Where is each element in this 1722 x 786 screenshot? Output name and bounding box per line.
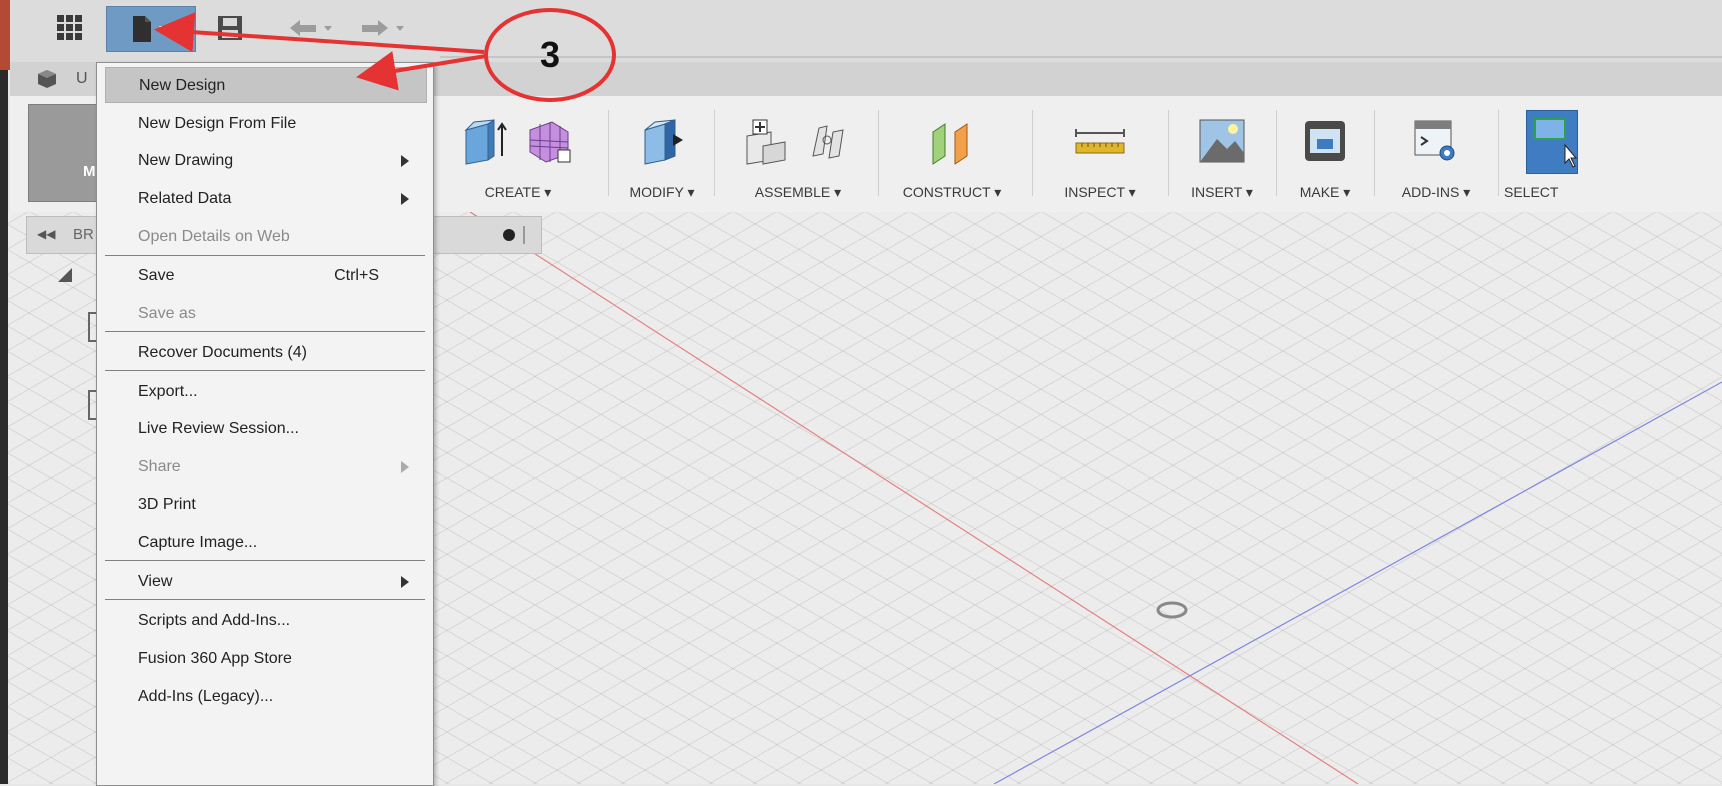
- submenu-arrow-icon: [401, 576, 409, 588]
- app-grid-icon: [57, 15, 82, 40]
- menu-separator: [105, 370, 425, 371]
- menu-item-open-details-on-web[interactable]: Open Details on Web: [105, 219, 425, 253]
- make-menu-label: MAKE ▾: [1299, 184, 1351, 200]
- assemble-group[interactable]: ASSEMBLE ▾: [720, 104, 876, 208]
- select-group[interactable]: SELECT: [1500, 104, 1722, 208]
- tree-expand-icon[interactable]: [58, 268, 72, 282]
- ribbon-separator: [608, 110, 609, 196]
- menu-item-view[interactable]: View: [105, 564, 425, 598]
- form-sculpt-icon: [529, 121, 571, 163]
- browser-pin-icon[interactable]: [503, 229, 515, 241]
- menu-item-export[interactable]: Export...: [105, 374, 425, 408]
- data-panel-button[interactable]: [44, 6, 96, 50]
- select-menu-label: SELECT: [1504, 184, 1559, 200]
- collapse-browser-icon[interactable]: ◀◀: [37, 227, 55, 241]
- menu-item-capture-image[interactable]: Capture Image...: [105, 525, 425, 559]
- insert-image-icon: [1199, 119, 1245, 163]
- ribbon-separator: [1374, 110, 1375, 196]
- assemble-menu-label: ASSEMBLE ▾: [754, 184, 842, 200]
- menu-item-3d-print[interactable]: 3D Print: [105, 487, 425, 521]
- ribbon-separator: [878, 110, 879, 196]
- new-component-icon: [746, 119, 786, 165]
- ribbon-separator: [714, 110, 715, 196]
- submenu-arrow-icon: [401, 461, 409, 473]
- modify-group[interactable]: MODIFY ▾: [612, 104, 712, 208]
- browser-title: BR: [73, 226, 94, 243]
- menu-item-save-as[interactable]: Save as: [105, 296, 425, 330]
- window-edge: [0, 70, 8, 784]
- make-group[interactable]: MAKE ▾: [1278, 104, 1372, 208]
- undo-button[interactable]: [282, 6, 342, 50]
- ribbon-separator: [1032, 110, 1033, 196]
- menu-item-related-data[interactable]: Related Data: [105, 181, 425, 215]
- browser-grip[interactable]: [523, 226, 525, 244]
- workspace-label: M: [83, 163, 96, 180]
- menu-separator: [105, 560, 425, 561]
- construct-menu-label: CONSTRUCT ▾: [902, 184, 1002, 200]
- ribbon-separator: [1168, 110, 1169, 196]
- ribbon-separator: [1498, 110, 1499, 196]
- measure-icon: [1075, 129, 1125, 154]
- menu-separator: [105, 599, 425, 600]
- menu-separator: [105, 331, 425, 332]
- 3d-printer-icon: [1305, 121, 1345, 161]
- extrude-icon: [464, 119, 507, 165]
- menu-item-scripts-and-add-ins[interactable]: Scripts and Add-Ins...: [105, 603, 425, 637]
- file-icon: [133, 16, 169, 42]
- step-number: 3: [539, 34, 561, 75]
- insert-group[interactable]: INSERT ▾: [1170, 104, 1274, 208]
- submenu-arrow-icon: [401, 155, 409, 167]
- construct-group[interactable]: CONSTRUCT ▾: [882, 104, 1022, 208]
- save-shortcut: Ctrl+S: [334, 267, 379, 284]
- select-cursor-icon: [1534, 118, 1578, 168]
- select-tool-button[interactable]: [1526, 110, 1578, 174]
- modify-menu-label: MODIFY ▾: [629, 184, 695, 200]
- menu-item-new-drawing[interactable]: New Drawing: [105, 143, 425, 177]
- menu-item-new-design[interactable]: New Design: [105, 67, 427, 103]
- offset-plane-icon: [932, 123, 968, 165]
- joint-icon: [812, 125, 844, 159]
- inspect-menu-label: INSPECT ▾: [1064, 184, 1136, 200]
- origin-marker[interactable]: [1156, 601, 1188, 619]
- inspect-group[interactable]: INSPECT ▾: [1036, 104, 1164, 208]
- tree-node-bracket: [88, 312, 96, 342]
- y-axis-line: [993, 381, 1722, 784]
- menu-separator: [105, 255, 425, 256]
- insert-menu-label: INSERT ▾: [1191, 184, 1253, 200]
- menu-item-new-design-from-file[interactable]: New Design From File: [105, 106, 425, 140]
- submenu-arrow-icon: [401, 193, 409, 205]
- title-toolbar: [10, 0, 1722, 63]
- create-group[interactable]: CREATE ▾: [434, 104, 602, 208]
- add-ins-menu-label: ADD-INS ▾: [1401, 184, 1471, 200]
- component-cube-icon: [38, 70, 56, 88]
- menu-item-live-review-session[interactable]: Live Review Session...: [105, 411, 425, 445]
- tree-node-bracket: [88, 390, 96, 420]
- redo-icon: [362, 20, 404, 36]
- step-callout: 3: [484, 8, 616, 102]
- save-toolbar-button[interactable]: [208, 6, 252, 50]
- save-icon: [218, 16, 242, 40]
- menu-item-share[interactable]: Share: [105, 449, 425, 483]
- press-pull-icon: [644, 119, 683, 165]
- file-menu-button[interactable]: [106, 6, 196, 52]
- file-dropdown-menu: New Design New Design From File New Draw…: [96, 62, 434, 786]
- scripts-icon: [1414, 120, 1455, 161]
- menu-item-add-ins-legacy[interactable]: Add-Ins (Legacy)...: [105, 679, 425, 713]
- add-ins-group[interactable]: ADD-INS ▾: [1376, 104, 1496, 208]
- create-menu-label: CREATE ▾: [484, 184, 552, 200]
- menu-item-recover-documents[interactable]: Recover Documents (4): [105, 335, 425, 369]
- app-accent-strip: [0, 0, 10, 70]
- undo-icon: [290, 20, 332, 36]
- redo-button[interactable]: [354, 6, 414, 50]
- menu-item-save[interactable]: Save Ctrl+S: [105, 258, 425, 292]
- toolbar-divider: [440, 56, 1722, 58]
- menu-item-fusion-360-app-store[interactable]: Fusion 360 App Store: [105, 641, 425, 675]
- ribbon-separator: [1276, 110, 1277, 196]
- x-axis-line: [469, 212, 1359, 784]
- document-tab-label[interactable]: U: [76, 70, 88, 88]
